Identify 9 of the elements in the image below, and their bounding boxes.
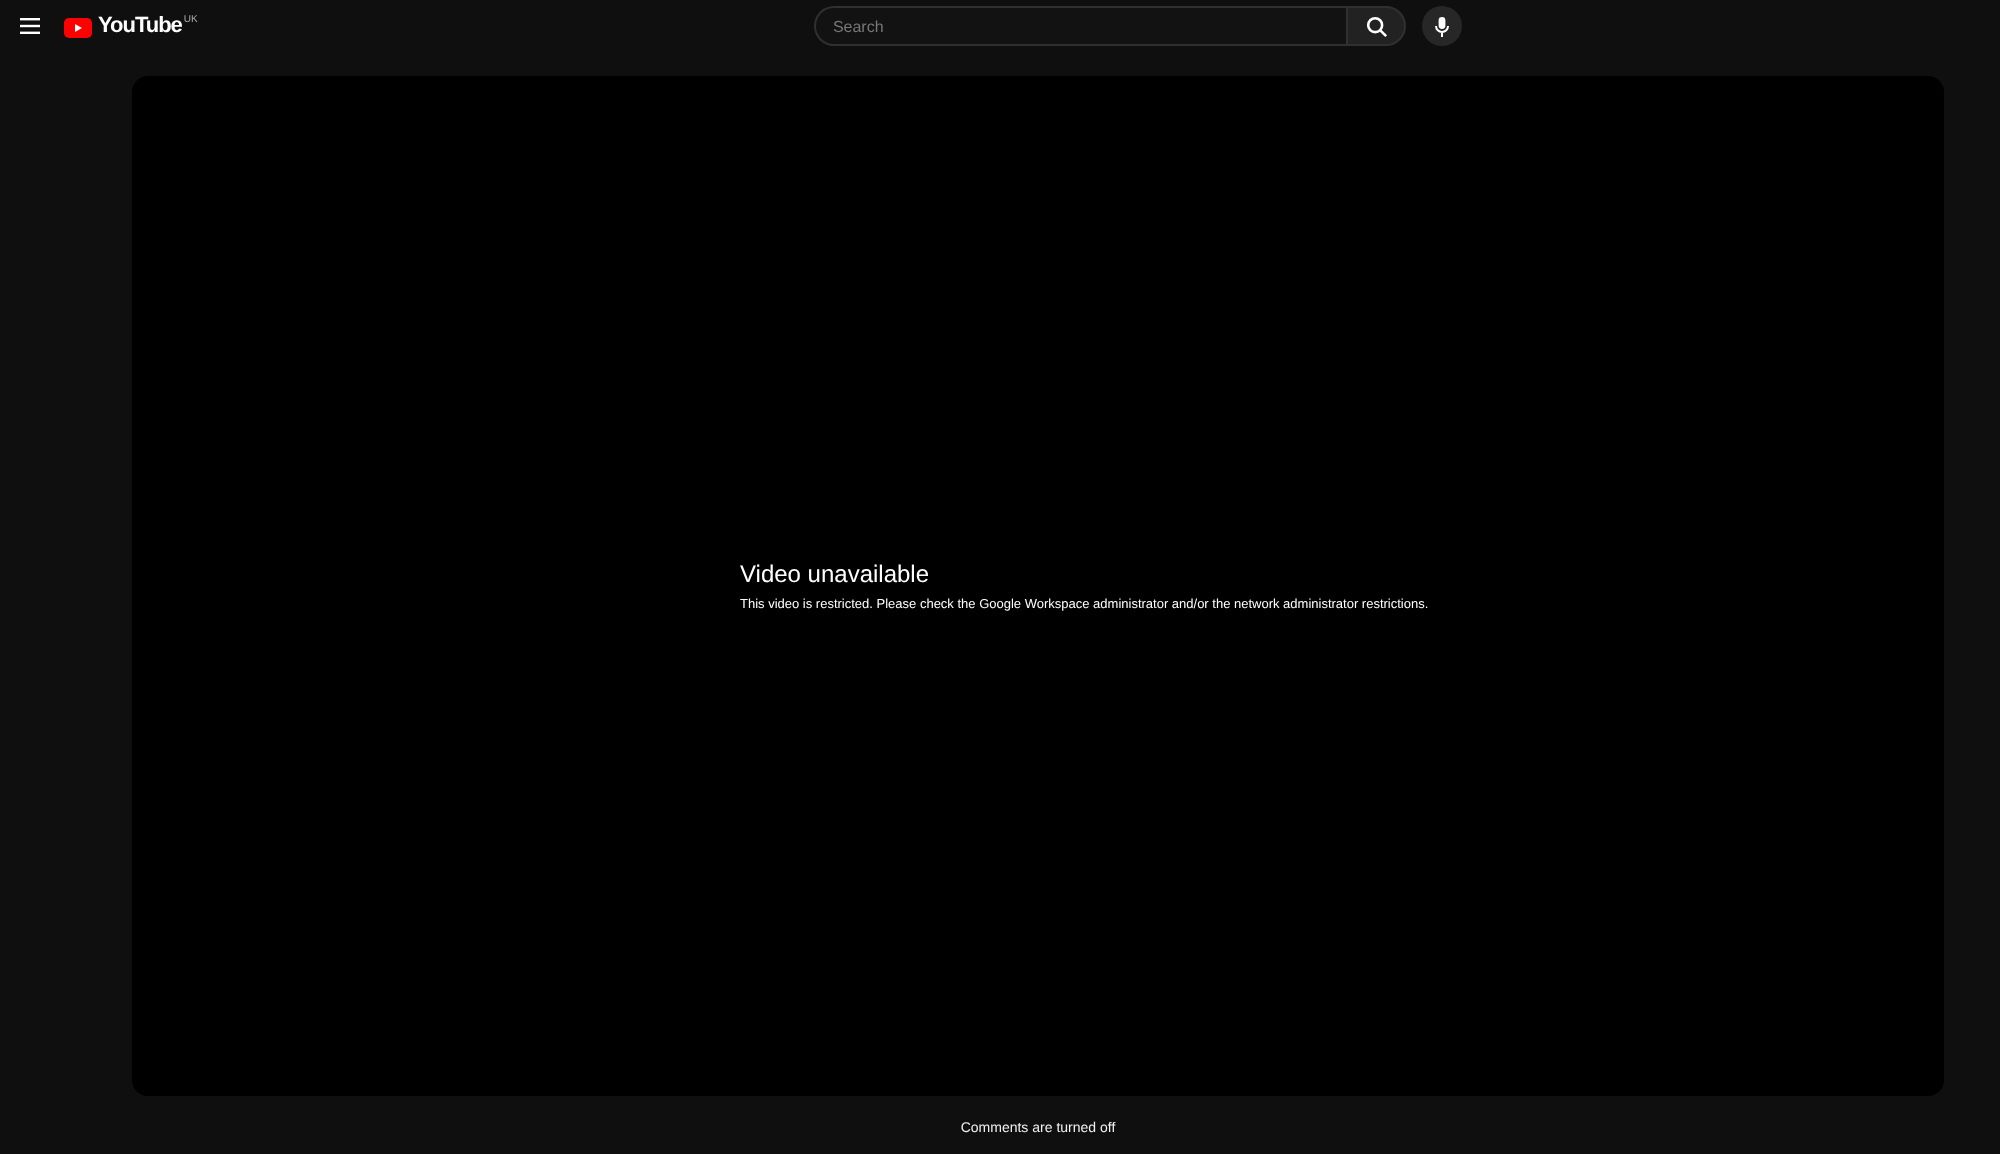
logo-text[interactable]: YouTube bbox=[98, 14, 182, 38]
search-field[interactable]: Search bbox=[814, 6, 1347, 46]
menu-icon[interactable] bbox=[20, 16, 40, 36]
error-title: Video unavailable bbox=[740, 560, 930, 588]
microphone-icon bbox=[1434, 15, 1451, 37]
search-button[interactable] bbox=[1346, 6, 1407, 46]
play-logo-icon[interactable] bbox=[64, 18, 92, 38]
search-icon bbox=[1365, 15, 1388, 37]
voice-search-button[interactable] bbox=[1422, 6, 1463, 46]
